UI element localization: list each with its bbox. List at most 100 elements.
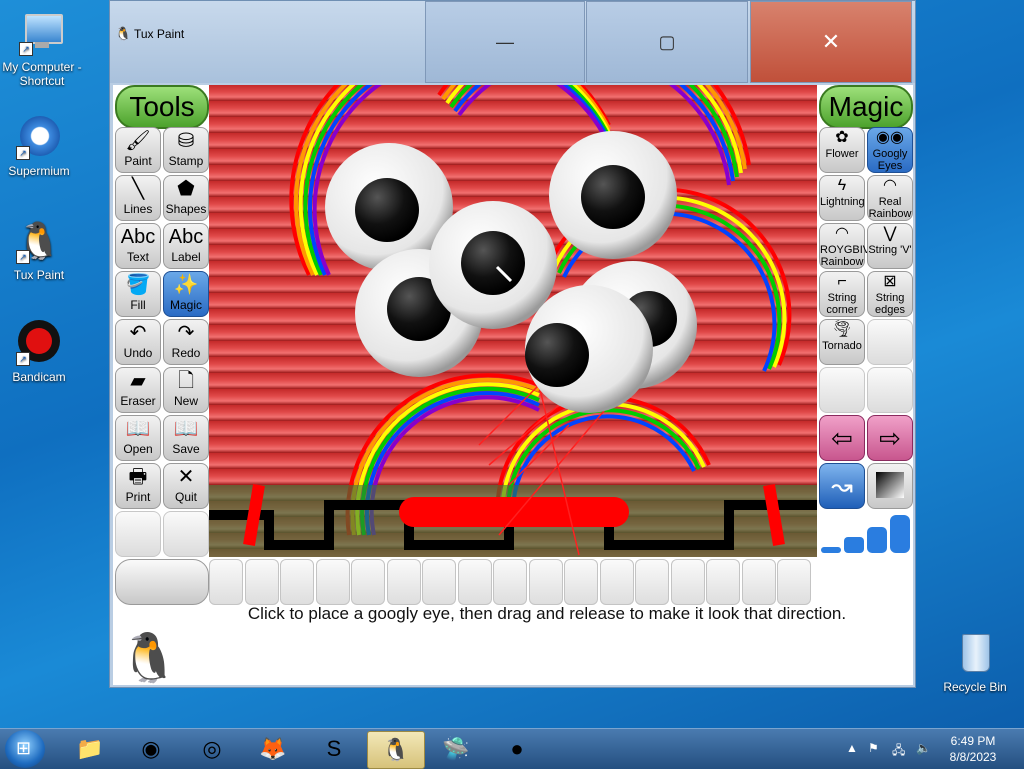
palette-slot[interactable] <box>422 559 456 605</box>
record-icon: ↗ <box>16 320 62 366</box>
maximize-button[interactable]: ▢ <box>586 1 748 83</box>
tool-stamp-button[interactable]: ⛁ Stamp <box>163 127 209 173</box>
magic-lightning-button[interactable]: ϟ Lightning <box>819 175 865 221</box>
roygbiv-rainbow-icon: ◠ <box>835 225 849 242</box>
color-picker-button[interactable] <box>115 559 209 605</box>
palette-slot[interactable] <box>244 559 279 605</box>
minimize-button[interactable]: — <box>425 1 585 83</box>
quit-icon: ✕ <box>177 466 195 488</box>
magic-label: String edges <box>875 292 905 316</box>
gradient-icon <box>876 472 904 498</box>
label-icon: Abc <box>168 226 204 248</box>
taskbar-bandicam-button[interactable]: ● <box>489 731 545 767</box>
network-icon[interactable]: 🖧 <box>892 741 905 762</box>
clock-date: 8/8/2023 <box>949 750 997 764</box>
lightning-icon: ϟ <box>837 177 847 194</box>
magic-string-edges-button[interactable]: ⊠ String edges <box>867 271 913 317</box>
tool-print-button[interactable]: 🖶 Print <box>115 463 161 509</box>
size-selector[interactable] <box>819 511 911 555</box>
palette-slot[interactable] <box>599 559 634 605</box>
action-center-icon[interactable]: ⚑ <box>868 741 879 755</box>
tool-fill-button[interactable]: 🪣 Fill <box>115 271 161 317</box>
magic-googly-eyes-button[interactable]: ◉◉ Googly Eyes <box>867 127 913 173</box>
lines-icon: ╲ <box>131 178 145 200</box>
taskbar-chrome-button[interactable]: ◉ <box>123 731 179 767</box>
magic-label: Googly Eyes <box>872 148 908 172</box>
minimize-icon: — <box>496 31 514 52</box>
magic-real-rainbow-button[interactable]: ◠ Real Rainbow <box>867 175 913 221</box>
palette-slot[interactable] <box>209 559 243 605</box>
tool-label: Magic <box>169 298 202 312</box>
magic-mode-fullscreen-button[interactable] <box>867 463 913 509</box>
taskbar-tux-paint-button[interactable]: 🐧 <box>367 731 425 769</box>
palette-slot[interactable] <box>351 559 385 605</box>
desktop-icon-tux-paint[interactable]: 🐧 ↗ Tux Paint <box>0 218 81 282</box>
desktop-icon-recycle-bin[interactable]: Recycle Bin <box>933 630 1017 694</box>
googly-eyes <box>325 131 697 413</box>
tool-undo-button[interactable]: ↶ Undo <box>115 319 161 365</box>
taskbar-supermium-button[interactable]: ◎ <box>184 731 240 767</box>
tool-eraser-button[interactable]: ▰ Eraser <box>115 367 161 413</box>
magic-flower-button[interactable]: ✿ Flower <box>819 127 865 173</box>
tool-text-button[interactable]: Abc Text <box>115 223 161 269</box>
magic-label: Lightning <box>820 196 865 208</box>
desktop-icon-my-computer[interactable]: ↗ My Computer - Shortcut <box>0 10 84 88</box>
paint-icon: 🖌 <box>125 130 151 152</box>
tool-open-button[interactable]: 📖 Open <box>115 415 161 461</box>
supermium-icon: ↗ <box>16 114 62 160</box>
googly-eyes-icon: ◉◉ <box>876 129 904 146</box>
tool-paint-button[interactable]: 🖌 Paint <box>115 127 161 173</box>
drawing-canvas[interactable] <box>209 85 817 557</box>
magic-roygbiv-rainbow-button[interactable]: ◠ ROYGBIV Rainbow <box>819 223 870 269</box>
magic-mode-paint-button[interactable]: ↝ <box>819 463 865 509</box>
palette-slot[interactable] <box>564 559 598 605</box>
palette-slot[interactable] <box>635 559 669 605</box>
tool-label: Save <box>172 442 200 456</box>
desktop-icon-bandicam[interactable]: ↗ Bandicam <box>0 320 81 384</box>
system-clock[interactable]: 6:49 PM 8/8/2023 <box>943 733 1003 765</box>
desktop-icon-supermium[interactable]: ↗ Supermium <box>0 114 81 178</box>
palette-slot[interactable] <box>528 559 563 605</box>
palette-slot[interactable] <box>741 559 776 605</box>
tool-quit-button[interactable]: ✕ Quit <box>163 463 209 509</box>
tool-label-button[interactable]: Abc Label <box>163 223 209 269</box>
desktop-icon-label: Tux Paint <box>13 268 65 282</box>
volume-icon[interactable]: 🔈 <box>916 741 931 755</box>
start-button[interactable]: ⊞ <box>5 730 45 768</box>
chrome-icon: ◉ <box>141 736 161 761</box>
tool-label: Eraser <box>120 394 156 408</box>
firefox-icon: 🦊 <box>259 736 287 761</box>
taskbar-app-s-button[interactable]: S <box>306 731 362 767</box>
tool-label: Quit <box>174 490 197 504</box>
magic-prev-button[interactable]: ⇦ <box>819 415 865 461</box>
magic-string-v-button[interactable]: ⋁ String 'V' <box>867 223 913 269</box>
magic-label: String corner <box>826 292 858 316</box>
palette-slot[interactable] <box>386 559 421 605</box>
palette-slot[interactable] <box>777 559 811 605</box>
palette-slot[interactable] <box>706 559 740 605</box>
title-bar[interactable]: 🐧 Tux Paint — ▢ ✕ <box>110 1 915 83</box>
tool-shapes-button[interactable]: ⬟ Shapes <box>163 175 209 221</box>
app-s-icon: S <box>326 736 342 761</box>
tool-new-button[interactable]: 🗋 New <box>163 367 209 413</box>
palette-slot[interactable] <box>670 559 705 605</box>
palette-slot[interactable] <box>280 559 314 605</box>
taskbar-firefox-button[interactable]: 🦊 <box>245 731 301 767</box>
magic-string-corner-button[interactable]: ⌐ String corner <box>819 271 865 317</box>
palette-slot[interactable] <box>457 559 492 605</box>
palette-slot[interactable] <box>493 559 527 605</box>
tray-expand-icon[interactable]: ▲ <box>846 741 858 755</box>
tool-magic-button[interactable]: ✨ Magic <box>163 271 209 317</box>
palette-slot[interactable] <box>315 559 350 605</box>
tool-redo-button[interactable]: ↷ Redo <box>163 319 209 365</box>
tool-lines-button[interactable]: ╲ Lines <box>115 175 161 221</box>
magic-next-button[interactable]: ⇨ <box>867 415 913 461</box>
taskbar-ufo-button[interactable]: 🛸 <box>428 731 484 767</box>
canvas-artwork <box>209 85 817 557</box>
tool-label: Paint <box>124 154 152 168</box>
undo-icon: ↶ <box>129 322 147 344</box>
tool-save-button[interactable]: 📖 Save <box>163 415 209 461</box>
magic-tornado-button[interactable]: 🌪 Tornado <box>819 319 865 365</box>
close-button[interactable]: ✕ <box>750 1 912 83</box>
taskbar-file-explorer-button[interactable]: 📁 <box>62 731 118 767</box>
